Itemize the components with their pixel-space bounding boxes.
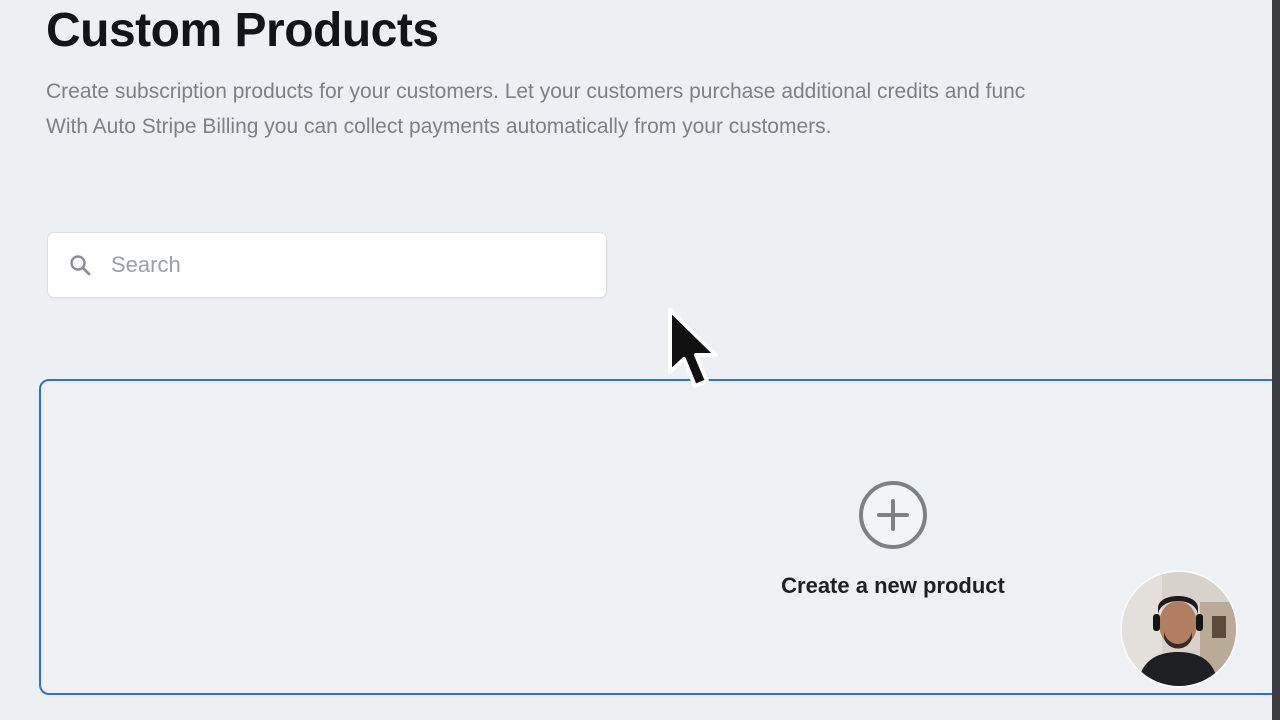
page-description: Create subscription products for your cu… — [46, 74, 1276, 144]
plus-circle-icon[interactable] — [858, 480, 928, 550]
description-line-2: With Auto Stripe Billing you can collect… — [46, 115, 832, 138]
mouse-pointer-icon — [664, 306, 728, 398]
create-product-card[interactable]: Create a new product — [39, 379, 1280, 695]
page-title: Custom Products — [46, 4, 439, 57]
description-line-1: Create subscription products for your cu… — [46, 80, 1026, 103]
search-box[interactable] — [48, 233, 606, 297]
search-icon — [68, 253, 92, 277]
create-product-label[interactable]: Create a new product — [701, 573, 1085, 599]
custom-products-page: Custom Products Create subscription prod… — [0, 0, 1280, 720]
presenter-webcam — [1122, 572, 1236, 686]
search-input[interactable] — [109, 251, 573, 279]
window-edge — [1272, 0, 1280, 720]
